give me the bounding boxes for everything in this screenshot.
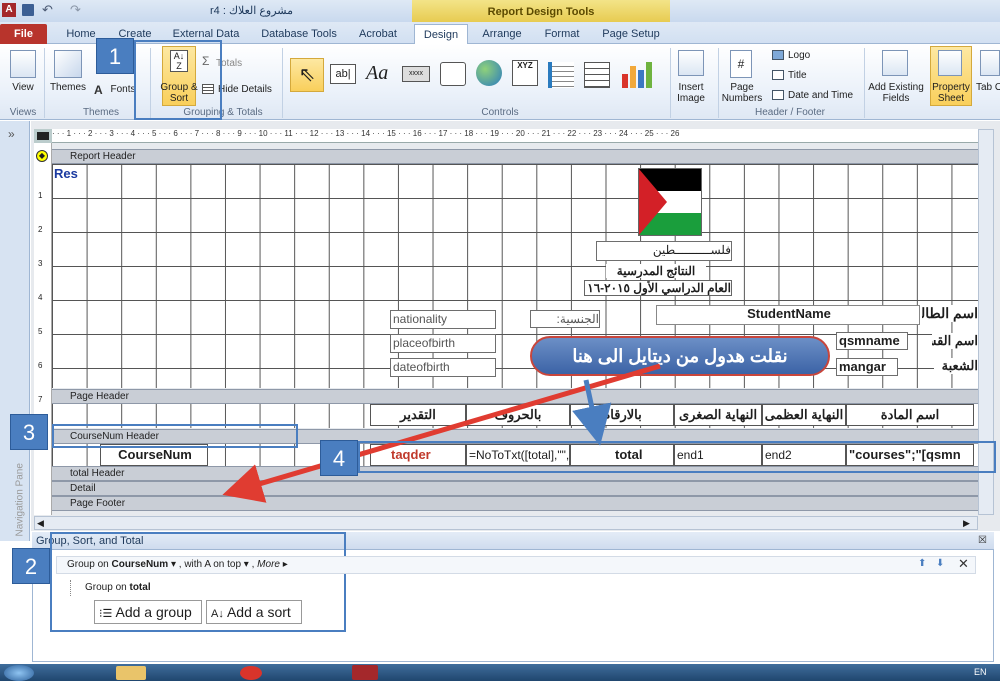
highlight-group-sort <box>134 40 222 120</box>
more-link[interactable]: More <box>257 559 280 570</box>
start-button[interactable] <box>4 665 34 681</box>
group-field-2[interactable]: total <box>129 582 150 593</box>
sort-order-dropdown[interactable]: with A on top <box>184 559 241 570</box>
gss-group-row-2[interactable]: Group on total <box>70 580 370 596</box>
marker-3: 3 <box>10 414 48 450</box>
group-field-dropdown[interactable]: CourseNum <box>111 559 168 570</box>
highlight-coursenum-header <box>52 424 298 448</box>
highlight-detail-row <box>358 441 996 473</box>
language-indicator[interactable]: EN <box>974 667 987 677</box>
windows-taskbar: EN <box>0 664 1000 681</box>
marker-2: 2 <box>12 548 50 584</box>
gss-delete-icon[interactable]: ✕ <box>958 556 969 572</box>
taskbar-access-icon[interactable] <box>352 665 378 680</box>
gss-group-row-1[interactable]: Group on CourseNum ▾ , with A on top ▾ ,… <box>56 556 976 574</box>
taskbar-explorer-icon[interactable] <box>116 666 146 680</box>
gss-close-icon[interactable]: ☒ <box>978 535 987 546</box>
taskbar-chrome-icon[interactable] <box>240 666 262 680</box>
gss-move-down-icon[interactable]: ⬇ <box>936 558 944 569</box>
marker-4: 4 <box>320 440 358 476</box>
gss-move-up-icon[interactable]: ⬆ <box>918 558 926 569</box>
add-sort-icon: A↓ <box>211 608 224 620</box>
marker-1: 1 <box>96 38 134 74</box>
group-on-label: Group on <box>67 559 109 570</box>
add-sort-button[interactable]: A↓ Add a sort <box>206 600 302 624</box>
group-on-label-2: Group on <box>85 582 127 593</box>
add-group-icon: ⁝☰ <box>99 608 113 620</box>
add-group-button[interactable]: ⁝☰ Add a group <box>94 600 202 624</box>
